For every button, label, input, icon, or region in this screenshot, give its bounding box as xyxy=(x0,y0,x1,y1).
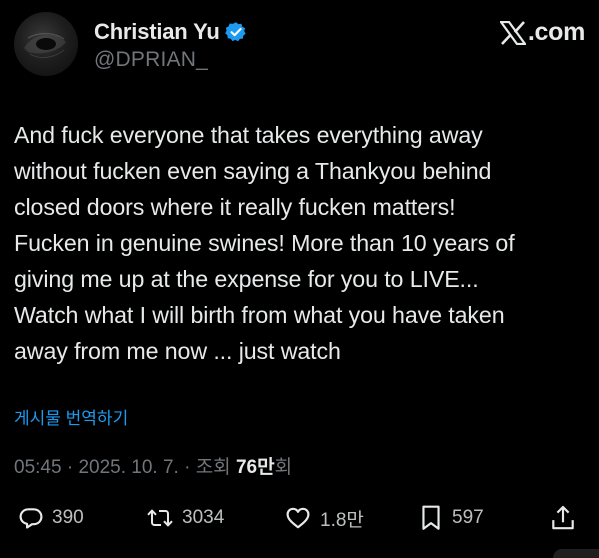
tweet-text-line: And fuck everyone that takes everything … xyxy=(14,122,483,148)
views-suffix: 회 xyxy=(274,457,293,478)
tweet-header: Christian Yu @DPRIAN_ .com xyxy=(14,12,585,76)
tweet-text: And fuck everyone that takes everything … xyxy=(14,117,589,369)
bookmark-button[interactable]: 597 xyxy=(418,498,484,538)
avatar[interactable] xyxy=(14,12,78,76)
post-metadata: 05:45 · 2025. 10. 7. · 조회 76만회 xyxy=(14,452,292,479)
reply-count: 390 xyxy=(52,507,84,528)
brand-link[interactable]: .com xyxy=(499,18,585,47)
display-name-row: Christian Yu xyxy=(94,18,247,46)
like-count: 1.8만 xyxy=(320,509,364,531)
bookmark-count: 597 xyxy=(452,507,484,528)
user-names: Christian Yu @DPRIAN_ xyxy=(94,18,247,72)
heart-icon xyxy=(284,505,312,531)
reply-button[interactable]: 390 xyxy=(18,498,84,538)
display-name[interactable]: Christian Yu xyxy=(94,19,220,45)
like-button[interactable]: 1.8만 xyxy=(284,498,364,538)
translate-post-link[interactable]: 게시물 번역하기 xyxy=(14,404,128,429)
views-count[interactable]: 76만 xyxy=(236,457,275,478)
bottom-panel-edge xyxy=(553,549,599,558)
tweet-text-line: Fucken in genuine swines! More than 10 y… xyxy=(14,230,515,256)
verified-badge-icon xyxy=(224,21,247,43)
tweet-text-line: away from me now ... just watch xyxy=(14,338,341,364)
repost-icon xyxy=(146,505,174,531)
repost-count: 3034 xyxy=(182,507,225,528)
meta-separator: · xyxy=(178,457,196,478)
views-prefix: 조회 xyxy=(195,457,236,478)
share-button[interactable] xyxy=(550,498,576,538)
action-bar: 390 3034 1.8만 597 xyxy=(14,498,585,538)
post-date[interactable]: 2025. 10. 7. xyxy=(78,457,178,478)
share-icon xyxy=(550,504,576,532)
reply-icon xyxy=(18,505,44,531)
repost-button[interactable]: 3034 xyxy=(146,498,224,538)
post-time[interactable]: 05:45 xyxy=(14,457,62,478)
brand-label: .com xyxy=(527,18,585,46)
bookmark-icon xyxy=(418,504,444,532)
tweet-text-line: without fucken even saying a Thankyou be… xyxy=(14,158,492,184)
meta-separator: · xyxy=(61,457,79,478)
avatar-image xyxy=(24,33,66,58)
x-logo-icon xyxy=(499,20,526,45)
tweet-text-line: Watch what I will birth from what you ha… xyxy=(14,302,505,328)
tweet-text-line: closed doors where it really fucken matt… xyxy=(14,194,456,220)
tweet-text-line: giving me up at the expense for you to L… xyxy=(14,266,479,292)
user-handle[interactable]: @DPRIAN_ xyxy=(94,48,247,72)
